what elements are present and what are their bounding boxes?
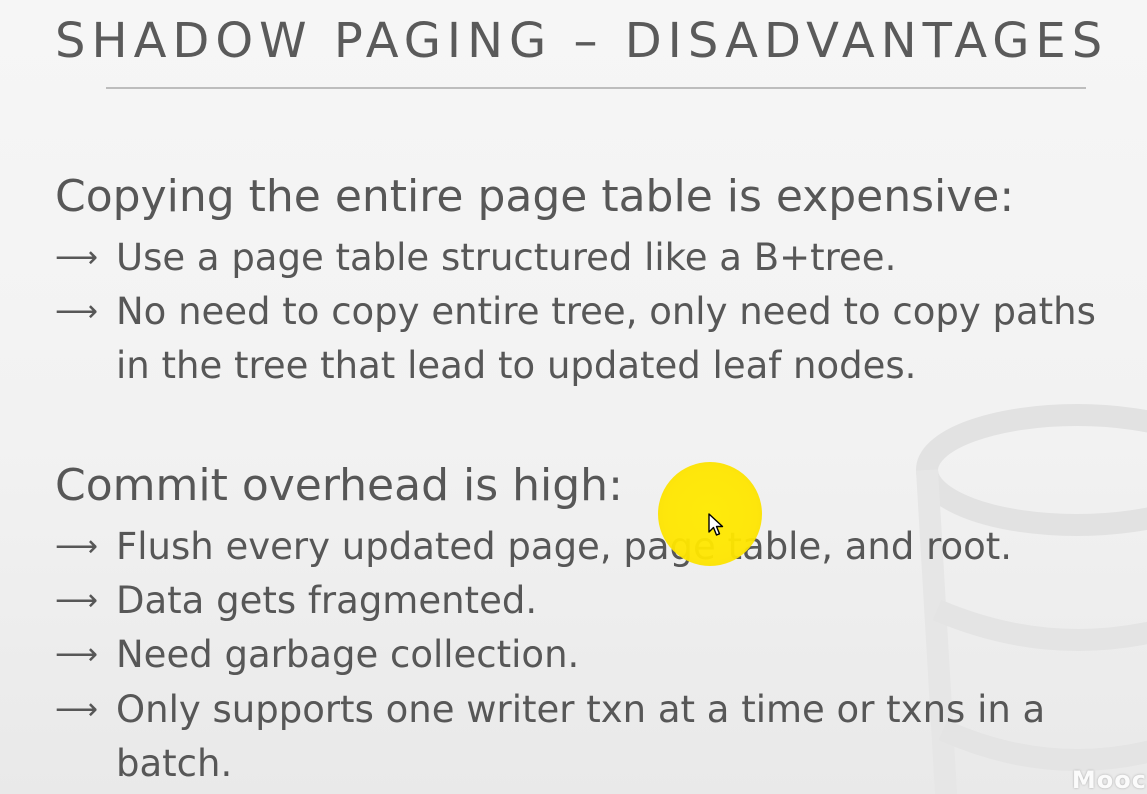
presentation-slide: SHADOW PAGING – DISADVANTAGES Copying th… <box>0 0 1147 794</box>
arrow-icon: ⟶ <box>55 294 99 329</box>
bullet-item: ⟶ Only supports one writer txn at a time… <box>55 683 1055 791</box>
bullet-item: ⟶ No need to copy entire tree, only need… <box>55 285 1135 393</box>
bullet-text: No need to copy entire tree, only need t… <box>116 290 1096 387</box>
bullet-item: ⟶ Use a page table structured like a B+t… <box>55 231 1135 285</box>
bullet-text: Flush every updated page, page table, an… <box>116 525 1013 568</box>
slide-title: SHADOW PAGING – DISADVANTAGES <box>55 13 1109 69</box>
bullet-text: Use a page table structured like a B+tre… <box>116 236 897 279</box>
bullet-text: Need garbage collection. <box>116 633 580 676</box>
section-heading-page-table: Copying the entire page table is expensi… <box>55 171 1015 222</box>
arrow-icon: ⟶ <box>55 692 99 727</box>
bullet-item: ⟶ Flush every updated page, page table, … <box>55 520 1135 574</box>
bullet-text: Only supports one writer txn at a time o… <box>116 688 1046 785</box>
arrow-icon: ⟶ <box>55 529 99 564</box>
mooc-watermark: Mooc <box>1071 766 1147 794</box>
arrow-icon: ⟶ <box>55 637 99 672</box>
bullet-item: ⟶ Need garbage collection. <box>55 628 1135 682</box>
bullet-text: Data gets fragmented. <box>116 579 538 622</box>
arrow-icon: ⟶ <box>55 583 99 618</box>
arrow-icon: ⟶ <box>55 240 99 275</box>
mouse-pointer-icon <box>708 513 724 536</box>
title-divider <box>106 87 1086 89</box>
section-heading-commit-overhead: Commit overhead is high: <box>55 460 623 511</box>
bullet-item: ⟶ Data gets fragmented. <box>55 574 1135 628</box>
